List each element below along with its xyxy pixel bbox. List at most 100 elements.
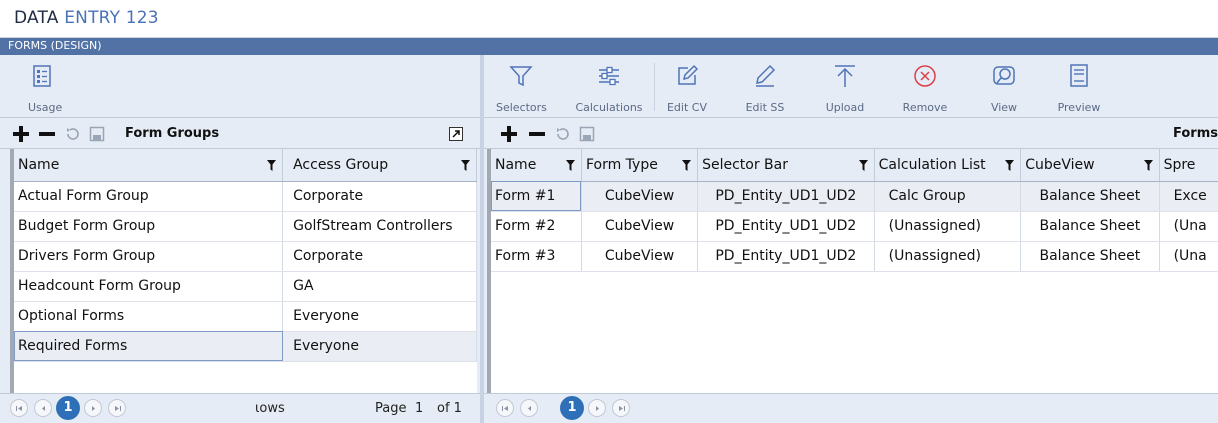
first-page-icon xyxy=(16,406,22,411)
first-page-button[interactable] xyxy=(10,399,28,417)
cell-spreadsheet[interactable]: (Una xyxy=(1159,211,1218,242)
cell-name[interactable]: Budget Form Group xyxy=(14,211,284,242)
preview-label: Preview xyxy=(1057,101,1101,114)
save-icon[interactable] xyxy=(88,125,106,143)
filter-icon[interactable] xyxy=(267,160,277,171)
cell-calculation-list[interactable]: (Unassigned) xyxy=(874,241,1022,272)
current-page-button[interactable]: 1 xyxy=(560,396,584,420)
cell-cubeview[interactable]: Balance Sheet xyxy=(1020,241,1160,272)
prev-page-button[interactable] xyxy=(520,399,538,417)
filter-icon[interactable] xyxy=(565,160,575,171)
left-toolbar: Form Groups xyxy=(0,119,482,149)
preview-button[interactable]: Preview xyxy=(1054,59,1104,115)
save-icon[interactable] xyxy=(578,125,596,143)
sliders-icon xyxy=(599,66,619,86)
table-row-selected[interactable]: Required Forms Everyone xyxy=(14,331,477,362)
column-header-name[interactable]: Name xyxy=(14,149,284,182)
cell-access-group[interactable]: GolfStream Controllers xyxy=(282,211,477,242)
cell-access-group[interactable]: GA xyxy=(282,271,477,302)
filter-icon[interactable] xyxy=(858,160,868,171)
cell-form-type[interactable]: CubeView xyxy=(581,181,699,212)
last-page-icon xyxy=(619,406,625,411)
cell-access-group[interactable]: Everyone xyxy=(282,301,477,332)
page-number[interactable]: 1 xyxy=(415,401,423,416)
table-row[interactable]: Budget Form Group GolfStream Controllers xyxy=(14,211,477,242)
cell-selector-bar[interactable]: PD_Entity_UD1_UD2 xyxy=(697,211,875,242)
remove-icon xyxy=(914,65,936,87)
add-icon[interactable] xyxy=(500,125,518,143)
cell-name[interactable]: Form #2 xyxy=(491,211,582,242)
last-page-button[interactable] xyxy=(108,399,126,417)
table-row[interactable]: Drivers Form Group Corporate xyxy=(14,241,477,272)
cell-name[interactable]: Required Forms xyxy=(14,331,284,362)
cell-selector-bar[interactable]: PD_Entity_UD1_UD2 xyxy=(697,181,875,212)
right-pager: 1 xyxy=(484,393,1218,423)
form-groups-title: Form Groups xyxy=(125,126,220,141)
cell-name[interactable]: Headcount Form Group xyxy=(14,271,284,302)
cell-name[interactable]: Drivers Form Group xyxy=(14,241,284,272)
cell-access-group[interactable]: Corporate xyxy=(282,241,477,272)
column-header-access-group[interactable]: Access Group xyxy=(282,149,477,182)
table-row-selected[interactable]: Form #1 CubeView PD_Entity_UD1_UD2 Calc … xyxy=(491,181,1218,212)
cell-calculation-list[interactable]: (Unassigned) xyxy=(874,211,1022,242)
cell-name[interactable]: Actual Form Group xyxy=(14,181,284,212)
table-row[interactable]: Form #3 CubeView PD_Entity_UD1_UD2 (Unas… xyxy=(491,241,1218,272)
cell-name[interactable]: Form #3 xyxy=(491,241,582,272)
filter-icon[interactable] xyxy=(1005,160,1015,171)
current-page-button[interactable]: 1 xyxy=(56,396,80,420)
first-page-icon xyxy=(502,406,508,411)
column-header-calculation-list[interactable]: Calculation List xyxy=(874,149,1022,182)
prev-page-button[interactable] xyxy=(34,399,52,417)
table-row[interactable]: Actual Form Group Corporate xyxy=(14,181,477,212)
edit-cv-button[interactable]: Edit CV xyxy=(664,59,710,115)
cell-name[interactable]: Form #1 xyxy=(491,181,582,212)
next-page-button[interactable] xyxy=(588,399,606,417)
column-header-name[interactable]: Name xyxy=(491,149,582,182)
table-row[interactable]: Headcount Form Group GA xyxy=(14,271,477,302)
forms-table: Name Form Type Selector Bar Calculation … xyxy=(491,149,1218,272)
upload-button[interactable]: Upload xyxy=(820,59,870,115)
filter-icon[interactable] xyxy=(682,160,692,171)
calculations-button[interactable]: Calculations xyxy=(568,59,650,115)
cell-selector-bar[interactable]: PD_Entity_UD1_UD2 xyxy=(697,241,875,272)
selectors-label: Selectors xyxy=(496,101,547,114)
add-icon[interactable] xyxy=(12,125,30,143)
header-row: Name Form Type Selector Bar Calculation … xyxy=(491,149,1218,182)
table-row[interactable]: Form #2 CubeView PD_Entity_UD1_UD2 (Unas… xyxy=(491,211,1218,242)
table-row[interactable]: Optional Forms Everyone xyxy=(14,301,477,332)
cell-access-group[interactable]: Corporate xyxy=(282,181,477,212)
refresh-icon[interactable] xyxy=(64,125,82,143)
pencil-icon xyxy=(756,64,776,87)
cell-spreadsheet[interactable]: Exce xyxy=(1159,181,1218,212)
cell-cubeview[interactable]: Balance Sheet xyxy=(1020,181,1160,212)
cell-cubeview[interactable]: Balance Sheet xyxy=(1020,211,1160,242)
filter-icon[interactable] xyxy=(1143,160,1153,171)
cell-form-type[interactable]: CubeView xyxy=(581,211,699,242)
column-header-selector-bar[interactable]: Selector Bar xyxy=(697,149,875,182)
first-page-button[interactable] xyxy=(496,399,514,417)
last-page-button[interactable] xyxy=(612,399,630,417)
column-header-spreadsheet[interactable]: Spre xyxy=(1159,149,1218,182)
remove-row-icon[interactable] xyxy=(38,125,56,143)
edit-ss-button[interactable]: Edit SS xyxy=(742,59,788,115)
view-button[interactable]: View xyxy=(984,59,1024,115)
cell-access-group[interactable]: Everyone xyxy=(282,331,477,362)
cell-calculation-list[interactable]: Calc Group xyxy=(874,181,1022,212)
cell-spreadsheet[interactable]: (Una xyxy=(1159,241,1218,272)
left-pager: 1 ιows Page 1 of 1 xyxy=(0,393,482,423)
refresh-icon[interactable] xyxy=(554,125,572,143)
remove-button[interactable]: Remove xyxy=(898,59,952,115)
remove-row-icon[interactable] xyxy=(528,125,546,143)
cell-name[interactable]: Optional Forms xyxy=(14,301,284,332)
column-header-form-type[interactable]: Form Type xyxy=(581,149,699,182)
view-label: View xyxy=(990,101,1018,114)
column-header-cubeview[interactable]: CubeView xyxy=(1020,149,1160,182)
next-page-button[interactable] xyxy=(84,399,102,417)
forms-grid: Name Form Type Selector Bar Calculation … xyxy=(487,149,1218,423)
selectors-button[interactable]: Selectors xyxy=(496,59,547,115)
cell-form-type[interactable]: CubeView xyxy=(581,241,699,272)
view-icon xyxy=(993,66,1015,85)
filter-icon[interactable] xyxy=(461,160,470,171)
usage-button[interactable]: Usage xyxy=(20,59,64,115)
expand-icon[interactable] xyxy=(449,127,463,141)
